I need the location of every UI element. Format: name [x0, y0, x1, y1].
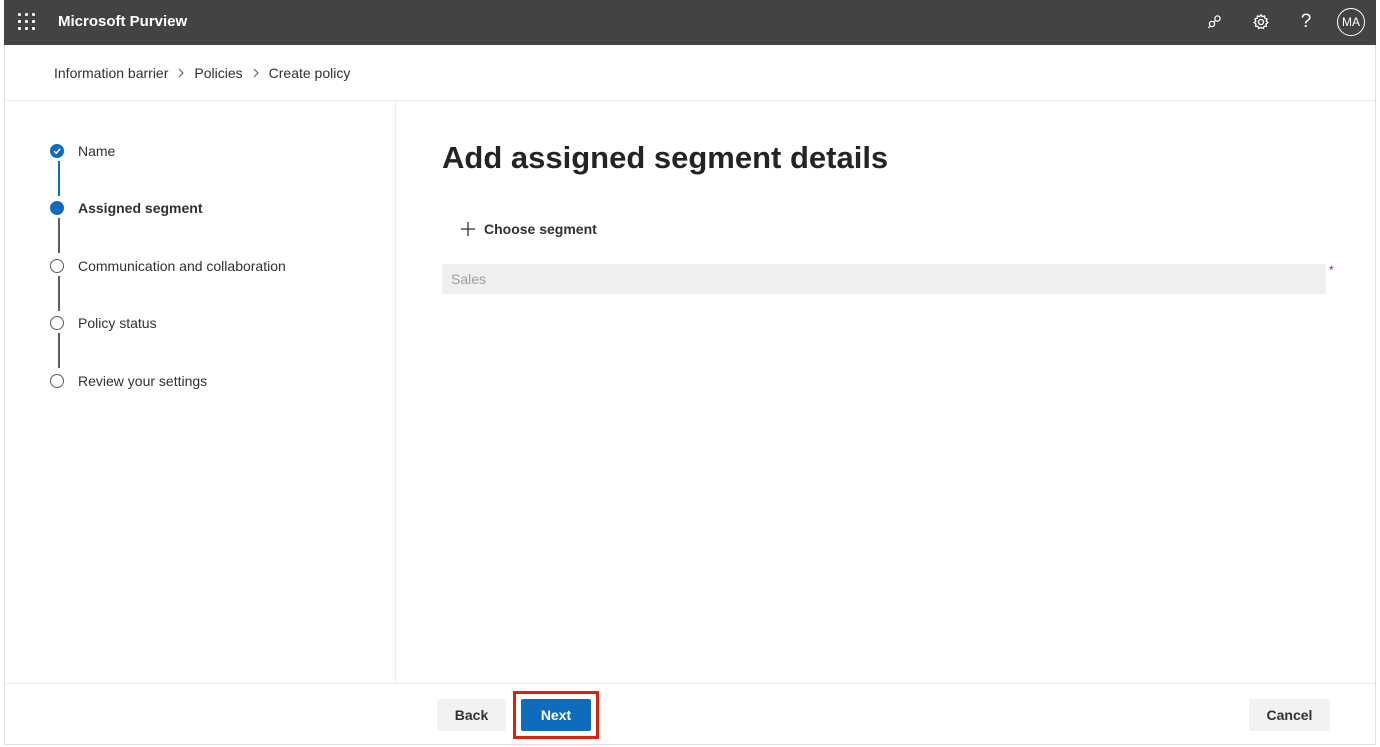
app-launcher-icon[interactable]: [18, 13, 36, 31]
connections-icon[interactable]: [1204, 11, 1226, 33]
step-label: Name: [78, 143, 116, 159]
step-label: Review your settings: [78, 373, 208, 389]
step-policy-status[interactable]: Policy status: [50, 313, 157, 333]
assigned-segment-value: Sales: [451, 271, 487, 287]
step-connector: [58, 161, 60, 196]
settings-gear-icon[interactable]: [1250, 11, 1272, 33]
breadcrumb: Information barrier Policies Create poli…: [54, 65, 350, 81]
user-avatar[interactable]: MA: [1337, 8, 1365, 36]
assigned-segment-field: Sales: [442, 264, 1326, 294]
step-connector: [58, 276, 60, 311]
chevron-right-icon: [177, 68, 185, 78]
next-button[interactable]: Next: [521, 699, 591, 731]
step-connector: [58, 218, 60, 253]
required-marker: *: [1329, 263, 1334, 277]
breadcrumb-create-policy: Create policy: [268, 65, 351, 81]
step-label: Assigned segment: [78, 200, 203, 216]
pending-step-icon: [50, 316, 64, 330]
step-connector: [58, 333, 60, 368]
current-step-icon: [50, 201, 64, 215]
cancel-button[interactable]: Cancel: [1249, 699, 1330, 731]
page-title: Add assigned segment details: [442, 140, 889, 175]
step-assigned-segment[interactable]: Assigned segment: [50, 198, 202, 218]
chevron-right-icon: [252, 68, 260, 78]
wizard-panel-divider: [395, 101, 396, 683]
checkmark-icon: [50, 144, 64, 158]
step-label: Communication and collaboration: [78, 258, 286, 274]
step-label: Policy status: [78, 315, 157, 331]
help-icon[interactable]: ?: [1295, 11, 1317, 33]
top-bar: Microsoft Purview ? MA: [4, 0, 1376, 45]
header-divider: [5, 100, 1375, 101]
back-button[interactable]: Back: [437, 699, 506, 731]
step-review-your-settings[interactable]: Review your settings: [50, 371, 207, 391]
add-icon: [459, 220, 477, 238]
footer-divider: [5, 683, 1375, 684]
pending-step-icon: [50, 259, 64, 273]
choose-segment-label: Choose segment: [484, 221, 597, 237]
choose-segment-button[interactable]: Choose segment: [459, 218, 597, 240]
pending-step-icon: [50, 374, 64, 388]
breadcrumb-information-barrier[interactable]: Information barrier: [54, 65, 168, 81]
page-frame: [4, 0, 1376, 745]
step-communication-and-collaboration[interactable]: Communication and collaboration: [50, 256, 286, 276]
breadcrumb-policies[interactable]: Policies: [194, 65, 242, 81]
step-name[interactable]: Name: [50, 141, 115, 161]
app-title: Microsoft Purview: [58, 13, 188, 30]
